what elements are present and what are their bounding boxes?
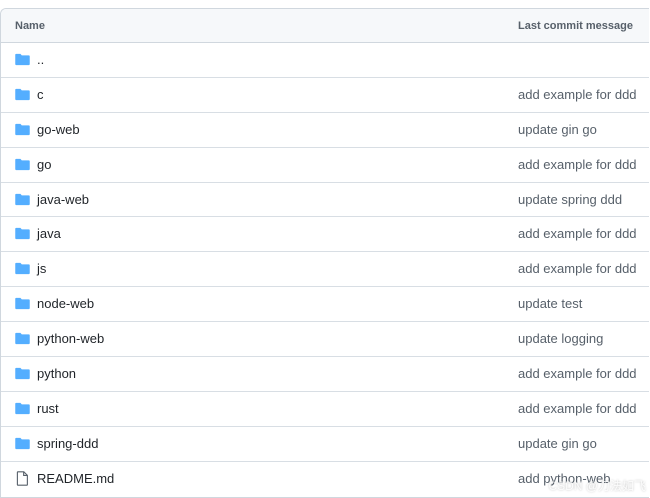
- table-row[interactable]: ..: [1, 43, 649, 78]
- table-row[interactable]: node-web update test: [1, 287, 649, 323]
- folder-link[interactable]: c: [37, 87, 44, 102]
- table-row[interactable]: python-web update logging: [1, 322, 649, 358]
- folder-link[interactable]: spring-ddd: [37, 436, 98, 451]
- folder-icon: [15, 123, 30, 136]
- file-table: Name Last commit message .. c add example …: [0, 8, 649, 498]
- folder-icon: [15, 88, 30, 101]
- folder-link[interactable]: java-web: [37, 192, 89, 207]
- folder-icon: [15, 158, 30, 171]
- watermark: CSDN @刀法如飞: [548, 479, 646, 493]
- table-row[interactable]: python add example for ddd: [1, 357, 649, 392]
- folder-icon: [15, 297, 30, 310]
- folder-link[interactable]: java: [37, 226, 61, 241]
- table-row[interactable]: java add example for ddd: [1, 217, 649, 253]
- table-row[interactable]: js add example for ddd: [1, 252, 649, 288]
- folder-link[interactable]: ..: [37, 52, 44, 67]
- folder-link[interactable]: js: [37, 261, 46, 276]
- folder-link[interactable]: python: [37, 366, 76, 381]
- commit-message-link[interactable]: update gin go: [518, 122, 597, 137]
- table-row[interactable]: rust add example for ddd: [1, 392, 649, 427]
- folder-icon: [15, 53, 30, 66]
- folder-icon: [15, 193, 30, 206]
- table-header: Name Last commit message: [1, 9, 649, 43]
- folder-link[interactable]: go-web: [37, 122, 80, 137]
- column-header-name: Name: [15, 20, 45, 32]
- table-body: .. c add example for ddd go-web update gin g…: [1, 43, 649, 497]
- commit-message-link[interactable]: add example for ddd: [518, 87, 637, 102]
- commit-message-link[interactable]: add example for ddd: [518, 261, 637, 276]
- table-row[interactable]: java-web update spring ddd: [1, 183, 649, 218]
- folder-link[interactable]: python-web: [37, 331, 104, 346]
- commit-message-link[interactable]: add example for ddd: [518, 366, 637, 381]
- folder-icon: [15, 367, 30, 380]
- table-row[interactable]: go-web update gin go: [1, 113, 649, 148]
- table-row[interactable]: go add example for ddd: [1, 148, 649, 183]
- table-row[interactable]: c add example for ddd: [1, 78, 649, 113]
- column-header-last-commit-message: Last commit message: [518, 20, 633, 32]
- folder-link[interactable]: rust: [37, 401, 59, 416]
- commit-message-link[interactable]: update gin go: [518, 436, 597, 451]
- folder-icon: [15, 227, 30, 240]
- folder-link[interactable]: go: [37, 157, 51, 172]
- file-link[interactable]: README.md: [37, 471, 114, 486]
- commit-message-link[interactable]: add example for ddd: [518, 401, 637, 416]
- commit-message-link[interactable]: add example for ddd: [518, 226, 637, 241]
- folder-link[interactable]: node-web: [37, 296, 94, 311]
- folder-icon: [15, 332, 30, 345]
- folder-icon: [15, 437, 30, 450]
- commit-message-link[interactable]: update spring ddd: [518, 192, 622, 207]
- folder-icon: [15, 402, 30, 415]
- commit-message-link[interactable]: add example for ddd: [518, 157, 637, 172]
- commit-message-link[interactable]: update logging: [518, 331, 603, 346]
- file-icon: [16, 470, 31, 486]
- commit-message-link[interactable]: update test: [518, 296, 582, 311]
- table-row[interactable]: spring-ddd update gin go: [1, 427, 649, 462]
- folder-icon: [15, 262, 30, 275]
